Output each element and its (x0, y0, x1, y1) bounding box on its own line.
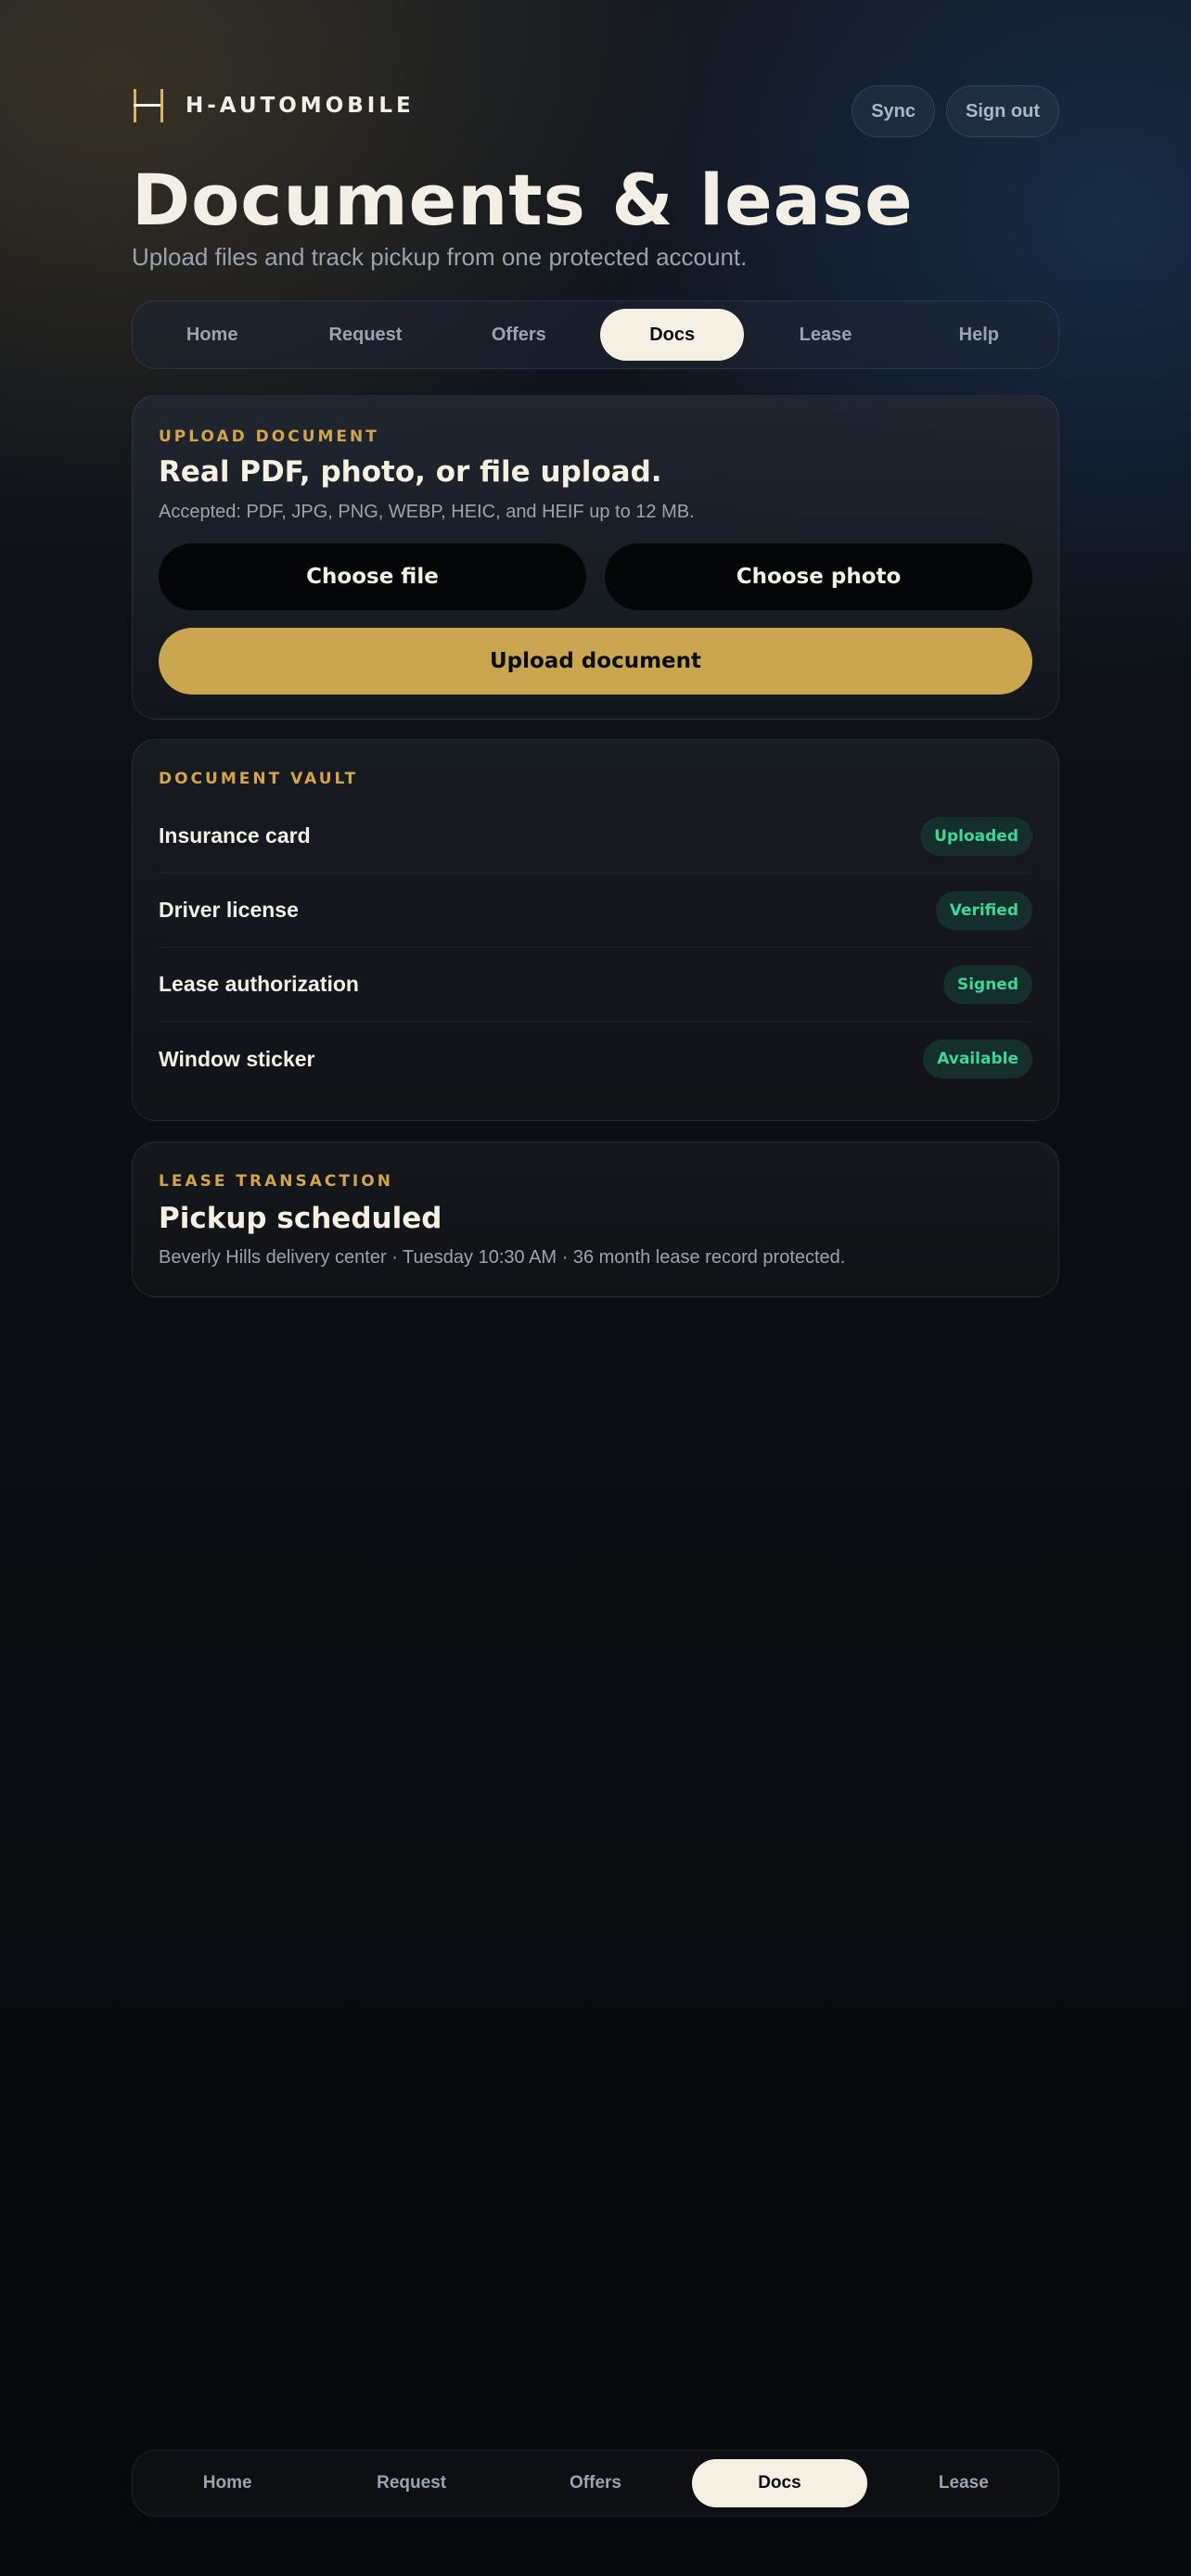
bottom-tab-docs[interactable]: Docs (692, 2459, 867, 2507)
tab-docs[interactable]: Docs (599, 309, 745, 361)
status-badge: Available (923, 1039, 1032, 1078)
brand[interactable]: H-AUTOMOBILE (132, 89, 415, 122)
upload-source-buttons: Choose file Choose photo (159, 543, 1032, 610)
status-badge: Uploaded (920, 816, 1032, 856)
document-name: Window sticker (159, 1046, 315, 1071)
upload-document-button[interactable]: Upload document (159, 628, 1032, 695)
choose-file-button[interactable]: Choose file (159, 543, 586, 610)
document-vault-card: DOCUMENT VAULT Insurance card Uploaded D… (132, 739, 1059, 1121)
document-name: Driver license (159, 898, 299, 922)
header: H-AUTOMOBILE Sync Sign out (132, 85, 1059, 139)
lease-eyebrow: LEASE TRANSACTION (159, 1172, 393, 1191)
document-name: Lease authorization (159, 972, 359, 996)
vault-list: Insurance card Uploaded Driver license V… (159, 799, 1032, 1096)
lease-transaction-card: LEASE TRANSACTION Pickup scheduled Bever… (132, 1141, 1059, 1297)
upload-eyebrow: UPLOAD DOCUMENT (159, 427, 379, 446)
accepted-formats-text: Accepted: PDF, JPG, PNG, WEBP, HEIC, and… (159, 502, 695, 522)
sign-out-button[interactable]: Sign out (946, 85, 1059, 137)
top-nav: Home Request Offers Docs Lease Help (132, 300, 1059, 369)
list-item[interactable]: Insurance card Uploaded (159, 799, 1032, 874)
choose-photo-button[interactable]: Choose photo (605, 543, 1032, 610)
brand-name: H-AUTOMOBILE (186, 94, 415, 118)
list-item[interactable]: Driver license Verified (159, 874, 1032, 948)
bottom-tab-offers[interactable]: Offers (508, 2459, 683, 2507)
lease-detail-text: Beverly Hills delivery center · Tuesday … (159, 1247, 846, 1268)
page-title: Documents & lease (132, 159, 914, 241)
list-item[interactable]: Window sticker Available (159, 1022, 1032, 1096)
status-badge: Verified (935, 890, 1032, 930)
list-item[interactable]: Lease authorization Signed (159, 948, 1032, 1022)
upload-document-card: UPLOAD DOCUMENT Real PDF, photo, or file… (132, 395, 1059, 720)
page-subtitle: Upload files and track pickup from one p… (132, 243, 748, 271)
bottom-tab-home[interactable]: Home (140, 2459, 314, 2507)
header-actions: Sync Sign out (852, 85, 1059, 137)
tab-home[interactable]: Home (140, 309, 284, 361)
document-name: Insurance card (159, 823, 311, 848)
vault-eyebrow: DOCUMENT VAULT (159, 770, 359, 788)
tab-help[interactable]: Help (907, 309, 1051, 361)
h-logo-icon (132, 89, 165, 122)
lease-status-title: Pickup scheduled (159, 1202, 442, 1235)
sync-button[interactable]: Sync (852, 85, 936, 137)
upload-title: Real PDF, photo, or file upload. (159, 455, 662, 489)
tab-offers[interactable]: Offers (447, 309, 591, 361)
status-badge: Signed (942, 964, 1032, 1004)
bottom-tab-request[interactable]: Request (324, 2459, 498, 2507)
tab-lease[interactable]: Lease (753, 309, 897, 361)
bottom-nav: Home Request Offers Docs Lease (132, 2450, 1059, 2517)
tab-request[interactable]: Request (293, 309, 437, 361)
bottom-tab-lease[interactable]: Lease (877, 2459, 1051, 2507)
